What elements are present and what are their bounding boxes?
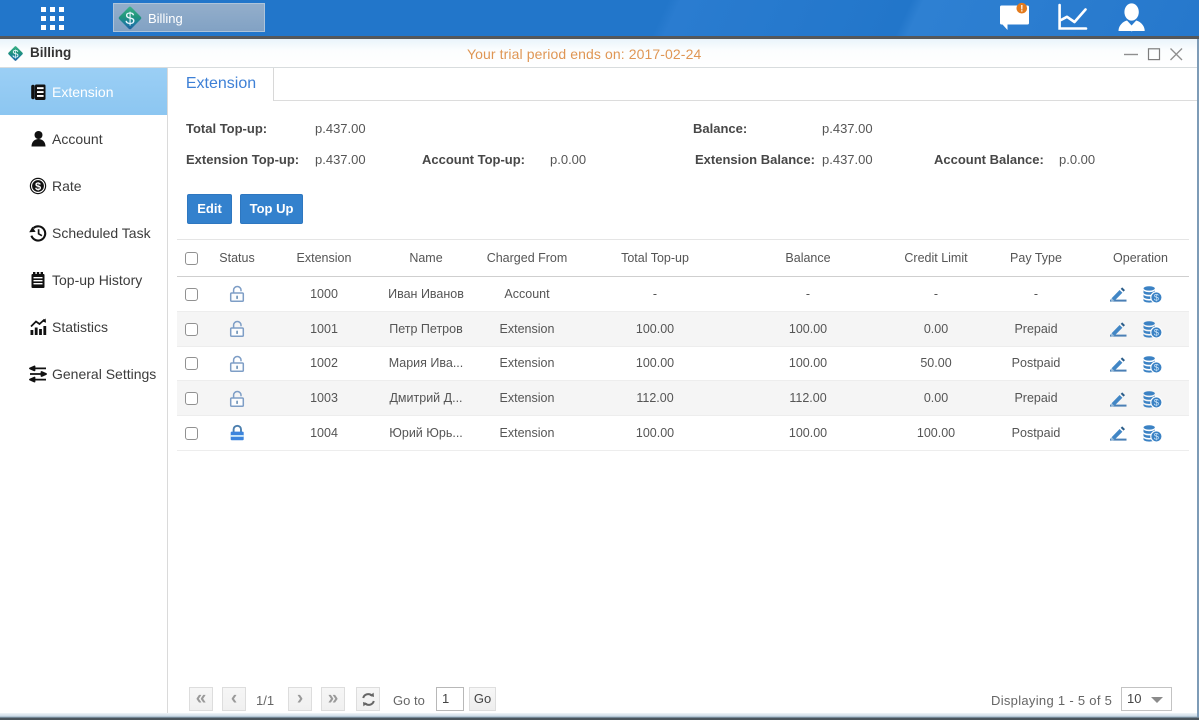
svg-text:$: $ bbox=[35, 181, 41, 193]
svg-text:!: ! bbox=[1020, 4, 1023, 15]
svg-text:$: $ bbox=[125, 9, 135, 28]
svg-text:$: $ bbox=[12, 48, 18, 60]
